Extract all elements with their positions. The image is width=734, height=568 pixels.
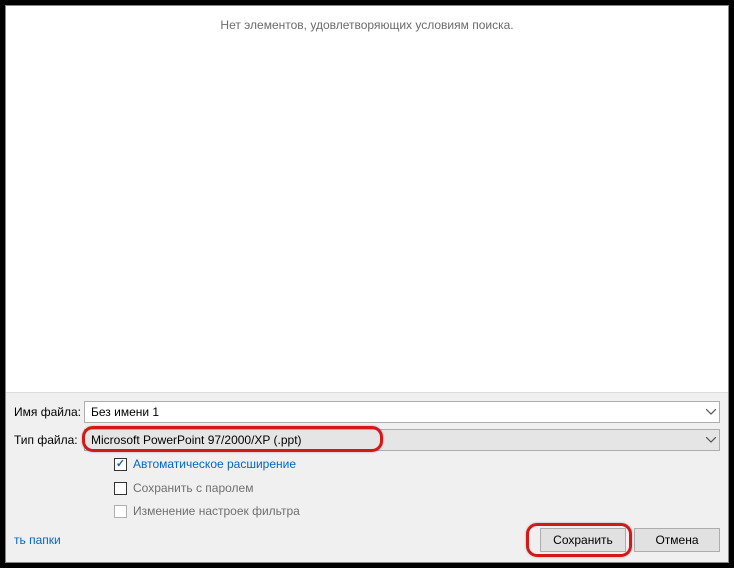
- filetype-row: Тип файла: Microsoft PowerPoint 97/2000/…: [14, 429, 720, 451]
- cancel-button[interactable]: Отмена: [634, 528, 720, 552]
- filename-input[interactable]: [84, 401, 720, 423]
- filetype-combo[interactable]: Microsoft PowerPoint 97/2000/XP (.ppt): [84, 429, 720, 451]
- hide-folders-link[interactable]: ть папки: [14, 533, 61, 547]
- save-password-checkbox[interactable]: Сохранить с паролем: [114, 481, 720, 497]
- file-list-area: Нет элементов, удовлетворяющих условиям …: [6, 6, 728, 393]
- filetype-label: Тип файла:: [14, 433, 84, 447]
- filename-combo[interactable]: [84, 401, 720, 423]
- checkbox-icon: [114, 505, 127, 518]
- auto-extension-label: Автоматическое расширение: [133, 457, 296, 473]
- filter-settings-label: Изменение настроек фильтра: [133, 504, 300, 520]
- filename-label: Имя файла:: [14, 405, 84, 419]
- checkbox-icon: [114, 482, 127, 495]
- filename-row: Имя файла:: [14, 401, 720, 423]
- options-group: Автоматическое расширение Сохранить с па…: [114, 457, 720, 520]
- filetype-select: Microsoft PowerPoint 97/2000/XP (.ppt): [84, 429, 720, 451]
- dialog-bottom-panel: Имя файла: Тип файла: Microsoft PowerPoi…: [6, 393, 728, 562]
- save-dialog: Нет элементов, удовлетворяющих условиям …: [5, 5, 729, 563]
- filetype-value: Microsoft PowerPoint 97/2000/XP (.ppt): [91, 433, 302, 447]
- filter-settings-checkbox: Изменение настроек фильтра: [114, 504, 720, 520]
- button-row: ть папки Сохранить Отмена: [14, 528, 720, 552]
- save-button[interactable]: Сохранить: [540, 528, 626, 552]
- empty-list-message: Нет элементов, удовлетворяющих условиям …: [220, 18, 513, 32]
- auto-extension-checkbox[interactable]: Автоматическое расширение: [114, 457, 720, 473]
- checkbox-icon: [114, 458, 127, 471]
- save-password-label: Сохранить с паролем: [133, 481, 253, 497]
